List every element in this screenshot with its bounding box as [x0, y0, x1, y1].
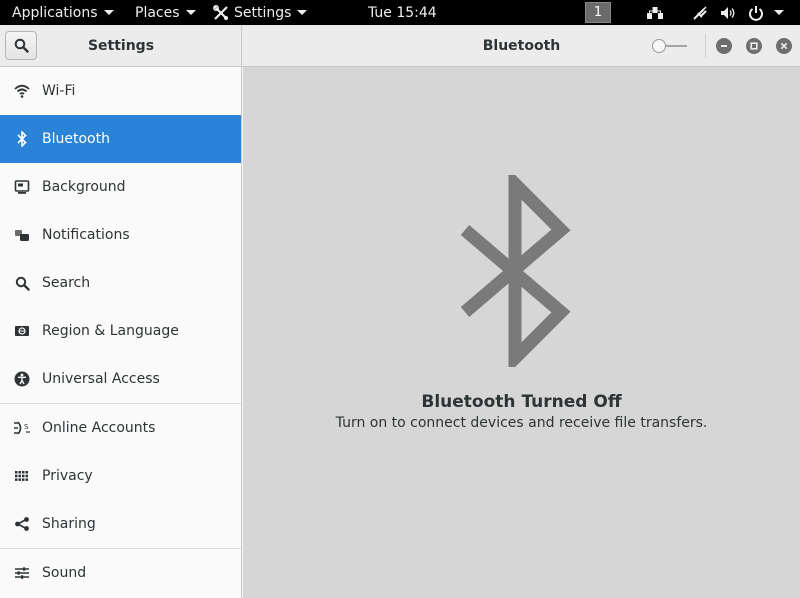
status-subtitle: Turn on to connect devices and receive f… — [335, 415, 708, 431]
sidebar-item-label: Wi-Fi — [42, 83, 76, 99]
sidebar-item-privacy[interactable]: Privacy — [0, 452, 241, 500]
sidebar-item-label: Sound — [42, 565, 87, 581]
search-icon — [14, 38, 29, 53]
sound-icon — [13, 564, 31, 582]
close-icon — [780, 42, 788, 50]
settings-app-menu[interactable]: Settings — [213, 0, 308, 25]
bluetooth-panel: Bluetooth Turned Off Turn on to connect … — [243, 67, 800, 598]
sharing-icon — [13, 515, 31, 533]
workspace-indicator[interactable]: 1 — [585, 2, 611, 23]
online-accounts-icon: S — [13, 419, 31, 437]
sidebar-item-label: Universal Access — [42, 371, 160, 387]
sidebar-item-sharing[interactable]: Sharing — [0, 500, 241, 548]
svg-text:S: S — [24, 423, 29, 431]
sidebar-item-bluetooth[interactable]: Bluetooth — [0, 115, 241, 163]
bluetooth-icon — [13, 130, 31, 148]
clock[interactable]: Tue 15:44 — [368, 0, 437, 25]
sidebar-item-background[interactable]: Background — [0, 163, 241, 211]
chevron-down-icon — [185, 10, 196, 15]
privacy-icon — [13, 467, 31, 485]
sidebar-item-label: Privacy — [42, 468, 93, 484]
minimize-icon — [721, 45, 727, 47]
applications-label: Applications — [12, 4, 98, 21]
places-menu[interactable]: Places — [135, 0, 196, 25]
notifications-icon — [13, 226, 31, 244]
universal-access-icon — [13, 370, 31, 388]
places-label: Places — [135, 4, 180, 21]
region-icon — [13, 322, 31, 340]
network-icon[interactable] — [646, 0, 664, 25]
sidebar-item-label: Sharing — [42, 516, 96, 532]
sidebar-item-search[interactable]: Search — [0, 259, 241, 307]
minimize-button[interactable] — [716, 38, 732, 54]
search-icon — [13, 274, 31, 292]
maximize-icon — [750, 42, 758, 50]
maximize-button[interactable] — [746, 38, 762, 54]
top-bar: Applications Places Settings Tue 15:44 1 — [0, 0, 800, 25]
sidebar-item-region-language[interactable]: Region & Language — [0, 307, 241, 355]
bluetooth-disabled-icon — [460, 175, 571, 367]
settings-app-label: Settings — [234, 4, 292, 21]
search-button[interactable] — [5, 31, 37, 60]
sidebar-item-label: Background — [42, 179, 126, 195]
chevron-down-icon — [774, 10, 784, 15]
header-separator — [705, 34, 706, 58]
sidebar-item-label: Notifications — [42, 227, 130, 243]
sidebar-item-label: Online Accounts — [42, 420, 156, 436]
settings-window: Settings Bluetooth Wi-Fi Bluetooth Backg… — [0, 25, 800, 598]
sidebar-item-wifi[interactable]: Wi-Fi — [0, 67, 241, 115]
cable-icon[interactable] — [692, 0, 708, 25]
sidebar-item-sound[interactable]: Sound — [0, 549, 241, 597]
background-icon — [13, 178, 31, 196]
bluetooth-switch[interactable] — [650, 38, 688, 54]
power-icon — [749, 5, 763, 21]
sidebar: Wi-Fi Bluetooth Background Notifications… — [0, 67, 242, 598]
applications-menu[interactable]: Applications — [12, 0, 114, 25]
close-button[interactable] — [776, 38, 792, 54]
wifi-icon — [13, 82, 31, 100]
chevron-down-icon — [103, 10, 114, 15]
sidebar-item-notifications[interactable]: Notifications — [0, 211, 241, 259]
sidebar-item-online-accounts[interactable]: S Online Accounts — [0, 404, 241, 452]
sidebar-item-label: Region & Language — [42, 323, 179, 339]
status-title: Bluetooth Turned Off — [421, 392, 622, 412]
system-menu[interactable] — [748, 0, 784, 25]
volume-icon[interactable] — [720, 0, 736, 25]
sidebar-header: Settings — [0, 25, 242, 66]
sidebar-item-universal-access[interactable]: Universal Access — [0, 355, 241, 403]
chevron-down-icon — [297, 10, 308, 15]
sidebar-title-text: Settings — [87, 37, 155, 54]
tools-icon — [213, 4, 228, 20]
sidebar-item-label: Bluetooth — [42, 131, 110, 147]
sidebar-item-label: Search — [42, 275, 91, 291]
header-bar: Settings Bluetooth — [0, 25, 800, 67]
